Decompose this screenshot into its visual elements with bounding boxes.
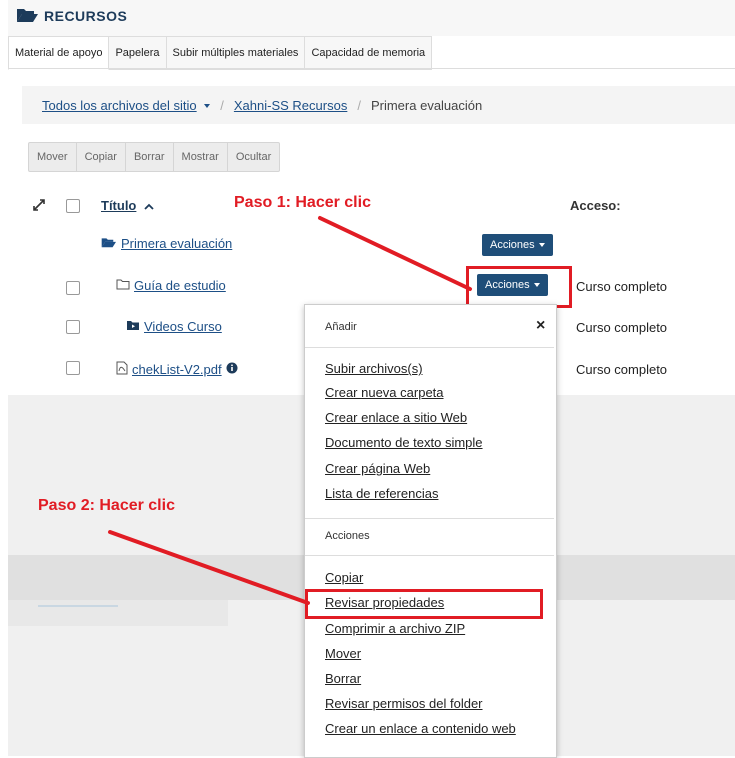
- move-button[interactable]: Mover: [29, 143, 77, 171]
- tab-material-de-apoyo[interactable]: Material de apoyo: [8, 36, 110, 70]
- footer-line: [38, 605, 118, 607]
- menu-item-web-link[interactable]: Crear enlace a sitio Web: [325, 410, 467, 425]
- chevron-up-icon: [144, 199, 154, 213]
- menu-item-zip[interactable]: Comprimir a archivo ZIP: [325, 621, 465, 636]
- close-icon[interactable]: ×: [536, 317, 545, 335]
- item-link-pdf[interactable]: chekList-V2.pdf: [132, 362, 222, 377]
- chevron-down-icon: [538, 243, 545, 247]
- menu-item-content-link[interactable]: Crear un enlace a contenido web: [325, 721, 516, 736]
- page-header: RECURSOS: [16, 6, 127, 26]
- dropdown-divider: [305, 555, 554, 556]
- expand-icon[interactable]: [32, 198, 46, 215]
- tab-papelera[interactable]: Papelera: [109, 36, 167, 70]
- sort-by-title[interactable]: Título: [101, 190, 154, 222]
- parent-folder-row: Primera evaluación: [101, 236, 232, 251]
- breadcrumb-all-files[interactable]: Todos los archivos del sitio: [42, 98, 211, 113]
- folder-open-icon: [16, 7, 38, 26]
- actions-dropdown-menu: Añadir × Subir archivos(s) Crear nueva c…: [304, 304, 557, 758]
- folder-outline-icon: [116, 279, 130, 293]
- access-value: Curso completo: [576, 279, 668, 294]
- delete-button[interactable]: Borrar: [126, 143, 174, 171]
- dropdown-divider: [305, 518, 554, 519]
- breadcrumb-current: Primera evaluación: [370, 97, 483, 113]
- dropdown-divider: [305, 347, 554, 348]
- pdf-file-icon: [116, 361, 128, 378]
- annotation-step2: Paso 2: Hacer clic: [38, 497, 175, 514]
- dropdown-section-add: Añadir: [325, 321, 357, 333]
- menu-item-upload-files[interactable]: Subir archivos(s): [325, 361, 423, 376]
- access-value: Curso completo: [576, 320, 668, 335]
- breadcrumb-separator: /: [357, 97, 361, 113]
- info-icon[interactable]: [226, 362, 238, 377]
- page-title: RECURSOS: [44, 8, 128, 24]
- menu-item-move[interactable]: Mover: [325, 646, 361, 661]
- dropdown-section-actions: Acciones: [325, 530, 370, 542]
- copy-button[interactable]: Copiar: [77, 143, 126, 171]
- select-all-checkbox[interactable]: [66, 199, 80, 213]
- parent-folder-link[interactable]: Primera evaluación: [121, 236, 232, 251]
- table-row: Videos Curso: [126, 319, 222, 334]
- menu-item-copy[interactable]: Copiar: [325, 570, 363, 585]
- bulk-action-toolbar: Mover Copiar Borrar Mostrar Ocultar: [28, 142, 281, 172]
- video-folder-icon: [126, 320, 140, 334]
- breadcrumb: Todos los archivos del sitio / Xahni-SS …: [22, 86, 735, 124]
- actions-button-parent[interactable]: Acciones: [482, 234, 553, 256]
- menu-item-delete[interactable]: Borrar: [325, 671, 361, 686]
- menu-item-folder-permissions[interactable]: Revisar permisos del folder: [325, 696, 483, 711]
- row-checkbox[interactable]: [66, 361, 80, 375]
- tab-subir-multiples[interactable]: Subir múltiples materiales: [166, 36, 306, 70]
- menu-item-text-doc[interactable]: Documento de texto simple: [325, 435, 483, 450]
- item-link-guia[interactable]: Guía de estudio: [134, 278, 226, 293]
- annotation-step1: Paso 1: Hacer clic: [234, 194, 371, 211]
- tab-divider: [8, 68, 735, 69]
- breadcrumb-separator: /: [220, 97, 224, 113]
- folder-open-icon: [101, 237, 116, 251]
- breadcrumb-recursos-link[interactable]: Xahni-SS Recursos: [234, 98, 347, 113]
- menu-item-web-page[interactable]: Crear página Web: [325, 461, 430, 476]
- access-value: Curso completo: [576, 362, 668, 377]
- highlight-box-step1: [466, 266, 572, 308]
- column-title-label[interactable]: Título: [101, 198, 136, 213]
- breadcrumb-all-files-link[interactable]: Todos los archivos del sitio: [42, 98, 197, 113]
- tab-capacidad-memoria[interactable]: Capacidad de memoria: [305, 36, 433, 70]
- show-button[interactable]: Mostrar: [174, 143, 228, 171]
- item-link-videos[interactable]: Videos Curso: [144, 319, 222, 334]
- table-row: Guía de estudio: [116, 278, 226, 293]
- highlight-box-step2: [305, 589, 543, 619]
- column-access-label: Acceso:: [570, 198, 621, 213]
- chevron-down-icon: [204, 104, 211, 109]
- footer-sub: [8, 600, 228, 626]
- table-row: chekList-V2.pdf: [116, 361, 238, 378]
- menu-item-references[interactable]: Lista de referencias: [325, 486, 438, 501]
- tab-bar: Material de apoyo Papelera Subir múltipl…: [8, 36, 433, 70]
- hide-button[interactable]: Ocultar: [228, 143, 279, 171]
- actions-label: Acciones: [490, 239, 535, 251]
- row-checkbox[interactable]: [66, 320, 80, 334]
- row-checkbox[interactable]: [66, 281, 80, 295]
- menu-item-new-folder[interactable]: Crear nueva carpeta: [325, 385, 444, 400]
